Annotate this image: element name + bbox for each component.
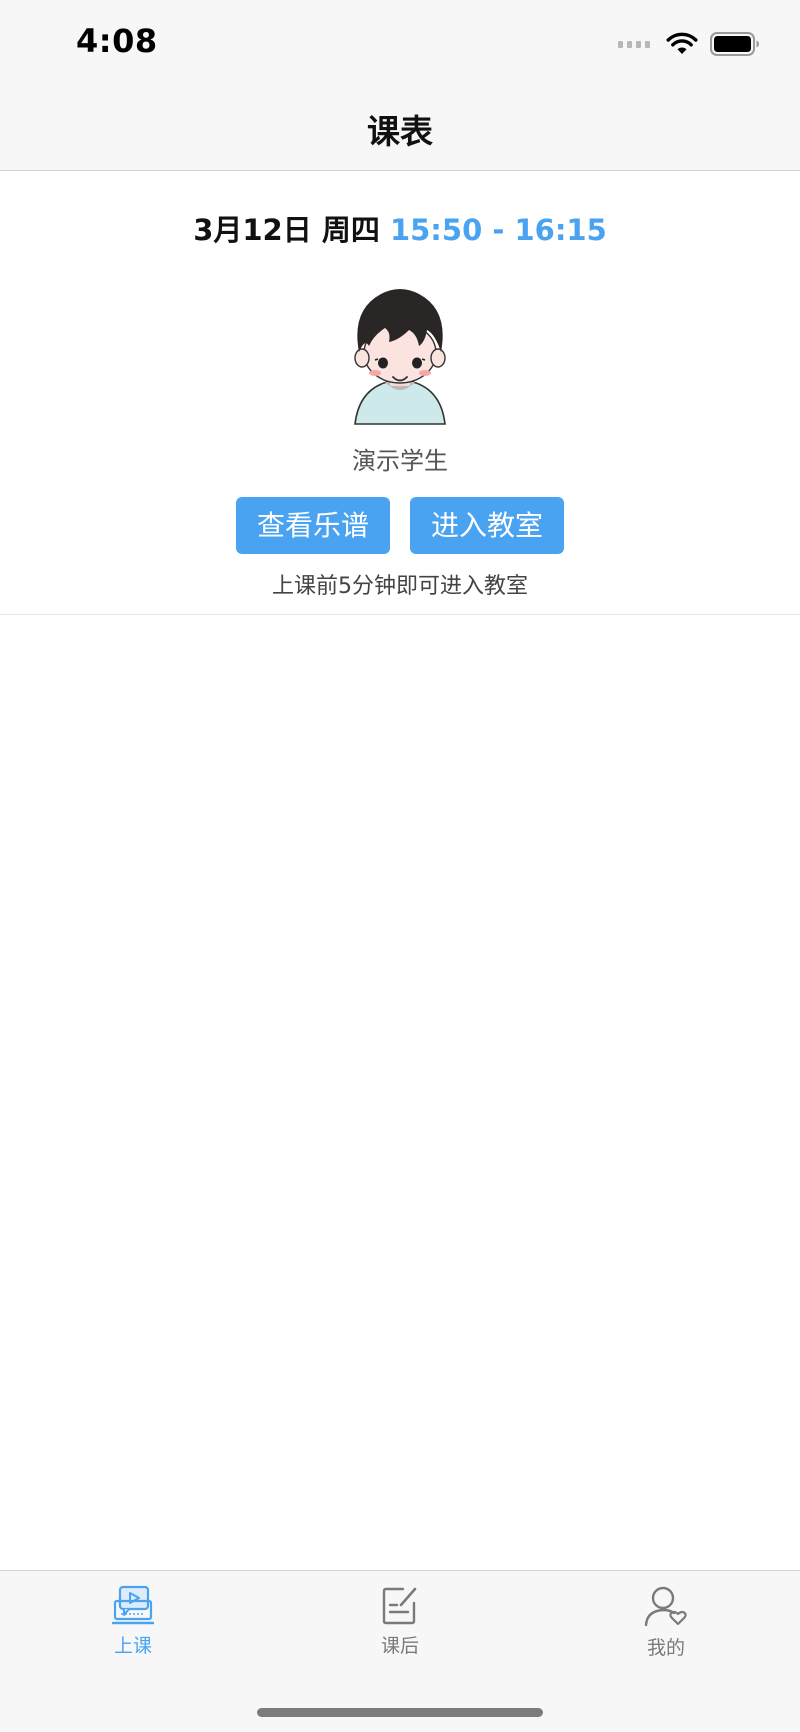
tab-class[interactable]: 上课 [73,1585,193,1675]
enter-hint: 上课前5分钟即可进入教室 [272,574,528,599]
tab-class-label: 上课 [113,1635,152,1657]
lesson-time-range: 15:50 - 16:15 [389,213,607,247]
battery-icon [710,32,759,56]
cellular-signal-icon [618,40,650,48]
tab-after-class-label: 课后 [380,1635,419,1657]
student-name: 演示学生 [352,447,448,475]
student-avatar [354,289,446,425]
user-heart-icon [644,1586,687,1627]
lesson-card: 3月12日 周四 15:50 - 16:15 演示学生 查看乐谱 进入教室 上课… [0,171,800,615]
enter-classroom-button[interactable]: 进入教室 [410,497,564,554]
tab-mine-label: 我的 [646,1637,685,1659]
lesson-date: 3月12日 周四 [193,213,380,247]
page-title: 课表 [367,112,433,151]
wifi-icon [666,32,698,54]
lesson-schedule: 3月12日 周四 15:50 - 16:15 [0,207,800,249]
classroom-video-icon [112,1585,154,1625]
tab-after-class[interactable]: 课后 [340,1585,460,1675]
notebook-edit-icon [382,1587,417,1625]
view-score-button[interactable]: 查看乐谱 [236,497,390,554]
top-bar: 4:08 课表 [0,0,800,171]
status-icons [618,28,760,60]
tab-mine[interactable]: 我的 [606,1585,726,1675]
status-time: 4:08 [76,22,158,60]
home-indicator[interactable] [257,1708,543,1717]
